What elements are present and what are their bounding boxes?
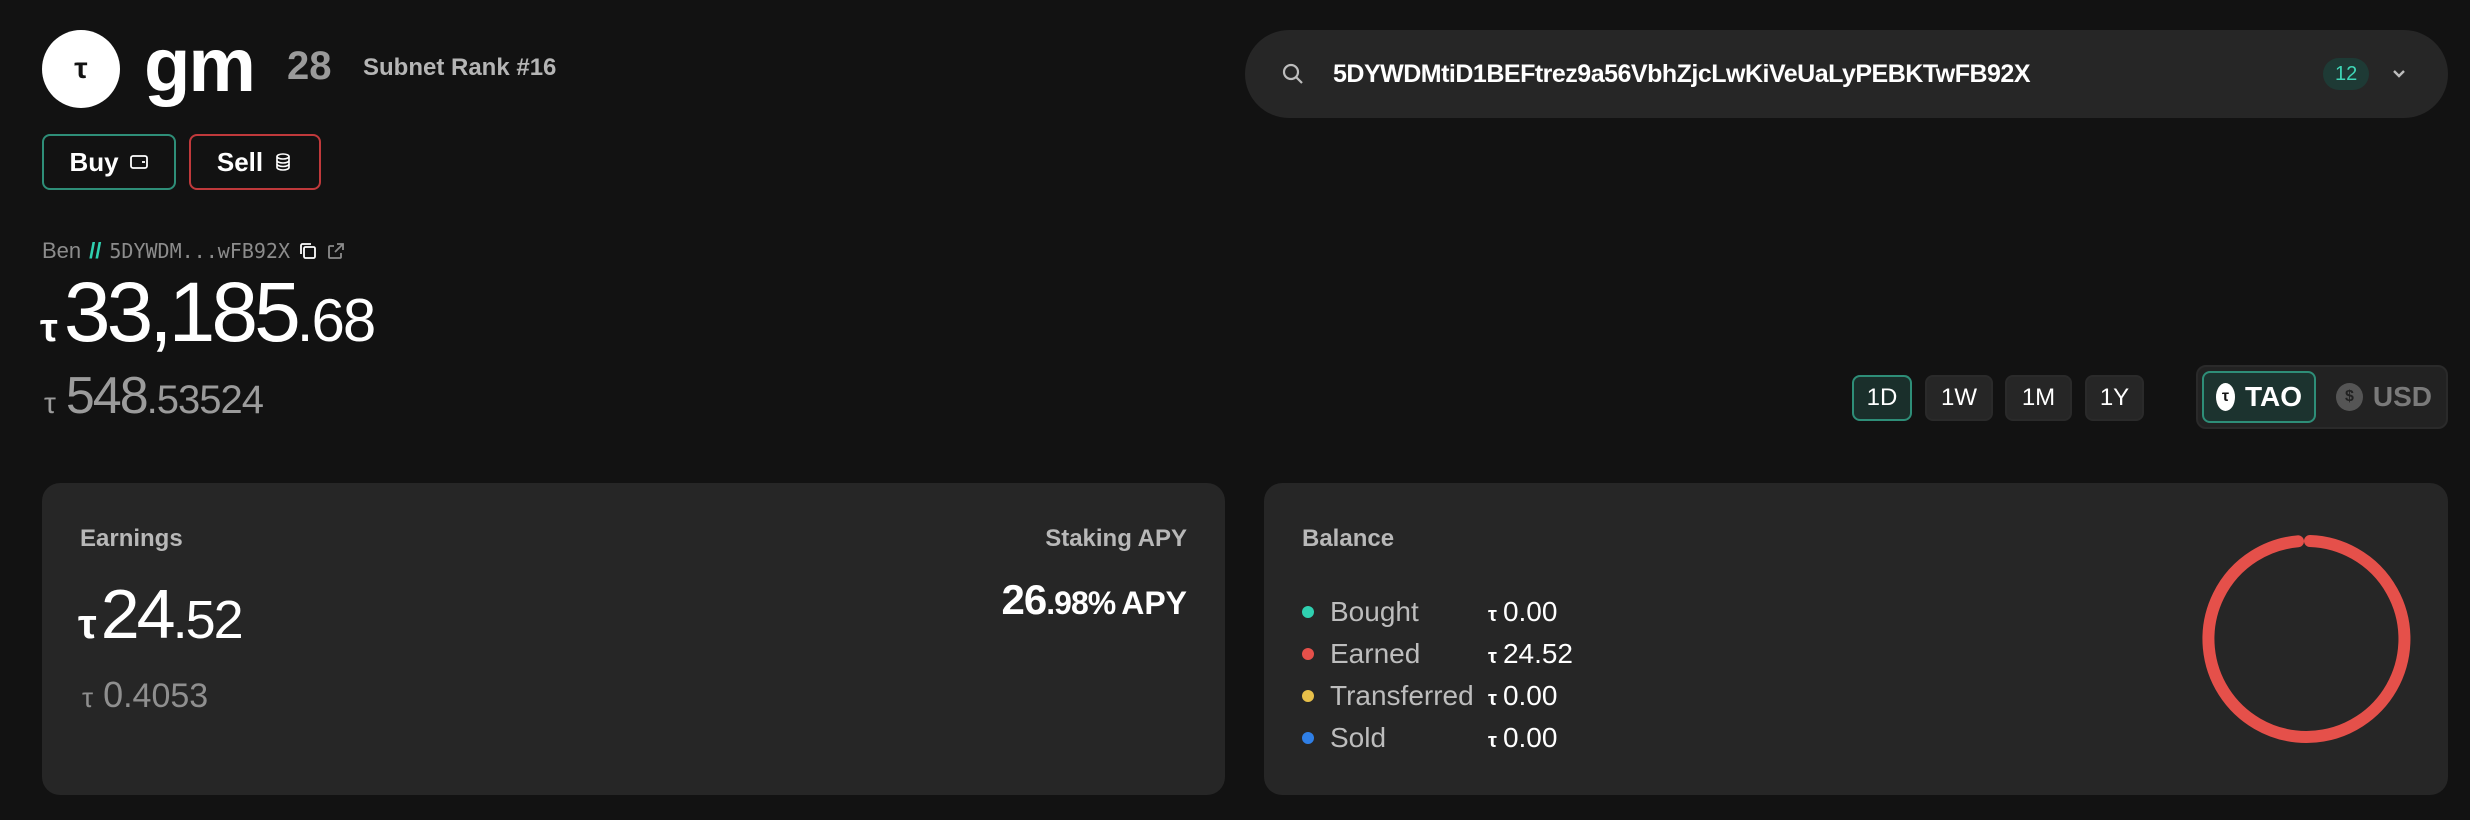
balance-card: Balance Bought τ 0.00 Earned τ 24.52 Tra… — [1264, 483, 2448, 795]
legend-label: Sold — [1330, 722, 1387, 753]
wallet-address: 5DYWDM...wFB92X — [109, 239, 291, 263]
staking-apy-title: Staking APY — [1045, 525, 1187, 552]
buy-button[interactable]: Buy — [42, 134, 176, 190]
alpha-balance-integer: 548 — [65, 367, 149, 425]
earnings-title: Earnings — [80, 525, 183, 552]
staking-apy-value: 26 .98% APY — [1002, 579, 1187, 621]
legend-value: τ 24.52 — [1488, 638, 1573, 670]
apy-integer: 26 — [1001, 576, 1048, 623]
sell-button[interactable]: Sell — [189, 134, 321, 190]
currency-usd-option[interactable]: $ USD — [2324, 371, 2444, 423]
legend-dot-transferred — [1302, 690, 1314, 702]
search-result-count: 12 — [2323, 58, 2370, 90]
subnet-logo: τ — [42, 30, 120, 108]
total-balance-decimal: .68 — [296, 287, 376, 354]
legend-item-sold: Sold τ 0.00 — [1302, 717, 1573, 759]
wallet-identity: Ben // 5DYWDM...wFB92X — [42, 240, 346, 262]
tao-coin-icon: τ — [2216, 383, 2235, 411]
legend-amount: 0.00 — [1502, 722, 1558, 753]
legend-value: τ 0.00 — [1488, 596, 1557, 628]
subnet-rank: Subnet Rank #16 — [363, 54, 557, 81]
wallet-icon — [129, 152, 149, 172]
period-1y-button[interactable]: 1Y — [2085, 375, 2144, 421]
wallet-name: Ben — [42, 238, 82, 263]
wallet-search-bar[interactable]: 12 — [1245, 30, 2448, 118]
coins-icon — [273, 152, 293, 172]
sell-label: Sell — [216, 146, 264, 177]
period-1m-button[interactable]: 1M — [2005, 375, 2072, 421]
legend-label: Transferred — [1330, 680, 1474, 711]
subnet-number: 28 — [287, 44, 332, 88]
buy-label: Buy — [69, 146, 119, 177]
earnings-integer: 24 — [100, 575, 176, 653]
tao-symbol: τ — [1488, 730, 1497, 752]
wallet-separator: // — [89, 238, 102, 263]
apy-unit: APY — [1121, 585, 1187, 621]
chevron-down-icon[interactable] — [2385, 60, 2413, 88]
tao-symbol: τ — [1488, 604, 1497, 626]
total-balance: τ 33,185 .68 — [40, 265, 376, 359]
copy-icon[interactable] — [298, 241, 318, 261]
earnings-amount: τ 24 .52 — [78, 575, 244, 653]
period-1d-button[interactable]: 1D — [1852, 375, 1912, 421]
earnings-alpha-decimal: .4053 — [123, 677, 209, 715]
tao-symbol: τ — [1488, 688, 1497, 710]
currency-toggle: τ TAO $ USD — [2196, 365, 2448, 429]
legend-item-bought: Bought τ 0.00 — [1302, 591, 1573, 633]
external-link-icon[interactable] — [326, 241, 346, 261]
tao-symbol: τ — [44, 387, 56, 420]
currency-tao-label: TAO — [2244, 381, 2302, 412]
currency-tao-option[interactable]: τ TAO — [2202, 371, 2316, 423]
tao-symbol: τ — [40, 306, 58, 350]
balance-donut-chart — [2202, 535, 2411, 743]
alpha-balance-decimal: .53524 — [146, 378, 264, 422]
legend-value: τ 0.00 — [1488, 680, 1557, 712]
currency-usd-label: USD — [2372, 381, 2432, 412]
tao-symbol: τ — [1488, 646, 1497, 668]
legend-item-earned: Earned τ 24.52 — [1302, 633, 1573, 675]
legend-label: Bought — [1330, 596, 1419, 627]
legend-dot-earned — [1302, 648, 1314, 660]
legend-dot-bought — [1302, 606, 1314, 618]
alpha-balance: τ 548 .53524 — [44, 367, 264, 425]
legend-amount: 0.00 — [1502, 680, 1558, 711]
donut-ring-earned — [2202, 535, 2411, 743]
legend-dot-sold — [1302, 732, 1314, 744]
dollar-coin-icon: $ — [2336, 383, 2363, 411]
subnet-portfolio-page: τ gm 28 Subnet Rank #16 Buy Sell Ben // … — [0, 0, 2470, 820]
subnet-name: gm — [144, 23, 256, 108]
legend-label: Earned — [1330, 638, 1421, 669]
earnings-alpha-amount: τ 0 .4053 — [82, 674, 209, 715]
apy-decimal: .98% — [1046, 585, 1116, 621]
earnings-decimal: .52 — [172, 590, 244, 650]
search-icon — [1279, 60, 1307, 88]
balance-title: Balance — [1302, 525, 1395, 552]
legend-item-transferred: Transferred τ 0.00 — [1302, 675, 1573, 717]
legend-value: τ 0.00 — [1488, 722, 1557, 754]
search-input[interactable] — [1333, 52, 2233, 96]
legend-amount: 0.00 — [1502, 596, 1558, 627]
tao-symbol: τ — [82, 682, 94, 713]
earnings-alpha-integer: 0 — [103, 674, 124, 715]
total-balance-integer: 33,185 — [63, 265, 301, 359]
period-1w-button[interactable]: 1W — [1925, 375, 1993, 421]
legend-amount: 24.52 — [1502, 638, 1574, 669]
tao-symbol: τ — [78, 600, 97, 647]
earnings-card: Earnings τ 24 .52 τ 0 .4053 Staking APY … — [42, 483, 1225, 795]
balance-legend: Bought τ 0.00 Earned τ 24.52 Transferred… — [1302, 591, 1573, 759]
